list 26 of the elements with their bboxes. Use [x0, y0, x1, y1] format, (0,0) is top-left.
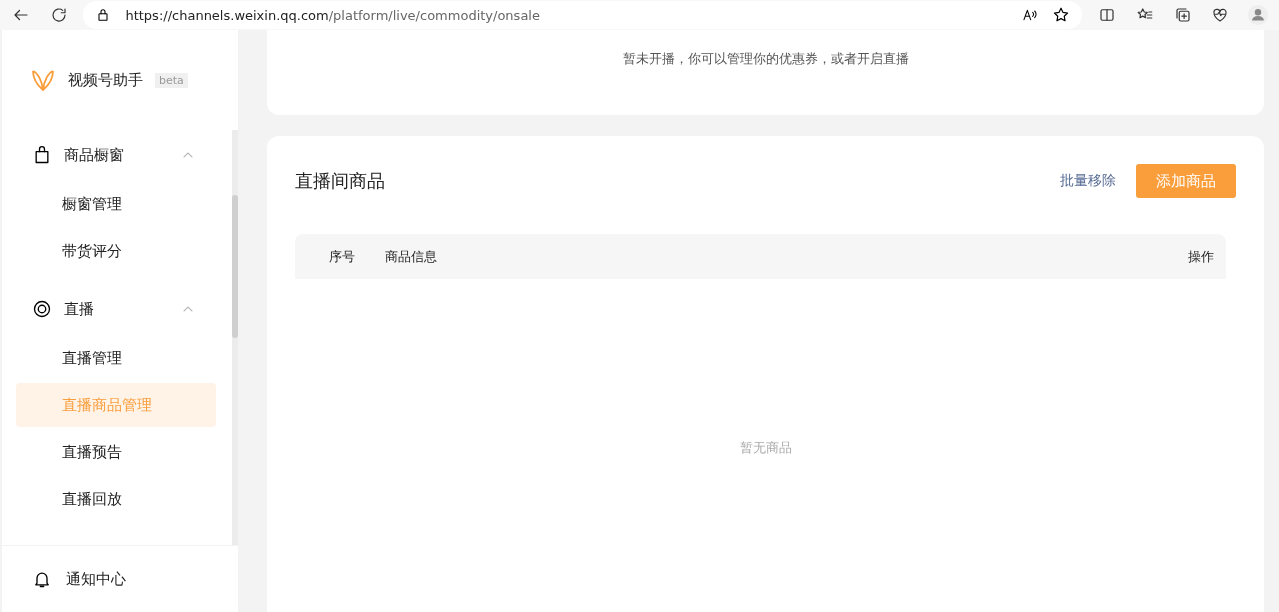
menu-group-header[interactable]: 直播 — [2, 284, 226, 334]
menu-group-label: 商品橱窗 — [64, 145, 125, 165]
menu-item[interactable]: 直播管理 — [16, 336, 216, 380]
menu-item[interactable]: 带货评分 — [16, 229, 216, 273]
menu-group-header[interactable]: 商品橱窗 — [2, 130, 226, 180]
brand-name: 视频号助手 — [68, 70, 143, 90]
address-bar[interactable]: https://channels.weixin.qq.com/platform/live/commodity/onsale — [83, 1, 1083, 29]
logo-icon — [30, 69, 56, 91]
section-title: 直播间商品 — [295, 169, 386, 193]
menu-item[interactable]: 橱窗管理 — [16, 182, 216, 226]
notice-text: 暂未开播，你可以管理你的优惠券，或者开启直播 — [622, 49, 909, 68]
url-text: https://channels.weixin.qq.com/platform/live/commodity/onsale — [125, 7, 541, 23]
column-header: 商品信息 — [385, 248, 437, 264]
empty-text: 暂无商品 — [739, 439, 792, 457]
target-icon — [32, 299, 52, 319]
column-header: 序号 — [329, 248, 355, 264]
column-header: 操作 — [1188, 248, 1214, 264]
menu-item[interactable]: 直播回放 — [16, 477, 216, 521]
menu-item[interactable]: 通知中心 — [66, 569, 238, 589]
menu-item[interactable]: 直播预告 — [16, 430, 216, 474]
read-aloud-icon[interactable] — [1022, 7, 1039, 23]
menu-group-label: 直播 — [64, 299, 95, 319]
star-icon[interactable] — [1052, 6, 1071, 24]
beta-tag: beta — [155, 72, 188, 88]
batch-remove-link[interactable]: 批量移除 — [1060, 172, 1116, 190]
scrollbar-thumb[interactable] — [232, 195, 238, 338]
